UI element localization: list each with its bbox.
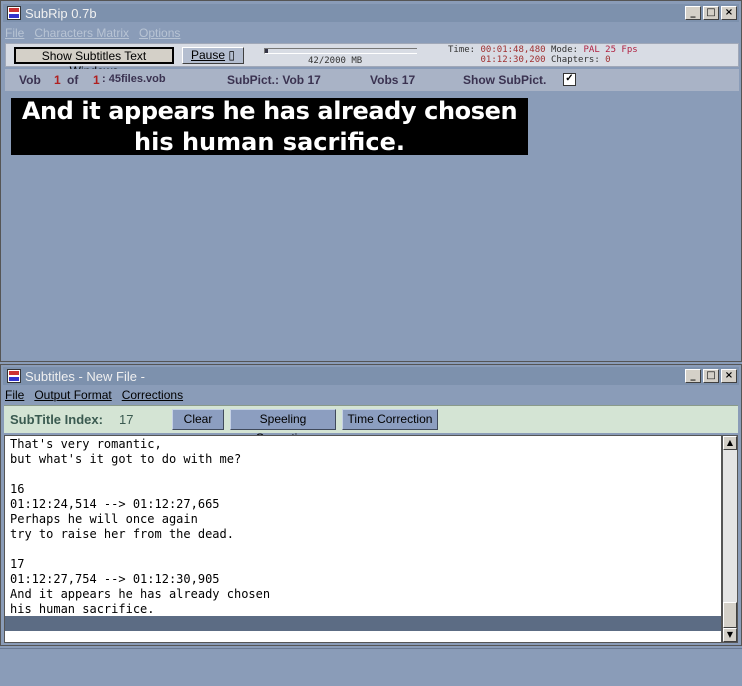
menu-options[interactable]: Options [139,26,180,40]
subs-minimize-icon[interactable]: _ [685,369,701,383]
app-icon [7,6,21,20]
vobs-label: Vobs 17 [370,73,416,87]
subs-app-icon [7,369,21,383]
progress-track [264,48,417,54]
text-line: 01:12:24,514 --> 01:12:27,665 [10,497,220,511]
time-block: Time: 00:01:48,480 Mode: PAL 25 Fps Time… [448,45,638,65]
time-correction-button[interactable]: Time Correction [342,409,438,430]
chapters-label: Chapters: [550,55,600,65]
text-line [10,467,721,482]
text-line: And it appears he has already chosen [10,587,271,601]
text-line: try to raise her from the dead. [10,527,234,541]
show-subtitles-button[interactable]: Show Subtitles Text Windows [14,47,174,78]
info-bar: Vob 1 of 1 : 45files.vob SubPict.: Vob 1… [5,69,739,91]
subs-menubar: File Output Format Corrections [5,386,183,404]
time-value: 00:01:48,480 [480,45,546,55]
menu-file[interactable]: File [5,26,24,40]
text-line: his human sacrifice. [10,602,155,616]
subtitles-window: Subtitles - New File - _ □ × File Output… [0,364,742,646]
main-title: SubRip 0.7b [25,5,97,21]
main-menubar: File Characters Matrix Options [5,24,180,42]
text-line: 16 [10,482,25,496]
close-icon[interactable]: × [721,6,737,20]
subs-titlebar[interactable]: Subtitles - New File - _ □ × [3,367,739,385]
subtitles-text-area[interactable]: That's very romantic, but what's it got … [4,435,722,643]
time-label: Time: [448,45,476,55]
toolbar: Show Subtitles Text Windows Pause ▯ 42/2… [5,43,739,78]
show-subpict-checkbox[interactable]: ✓ [563,73,576,86]
menu-characters-matrix[interactable]: Characters Matrix [34,26,129,40]
pause-label: Pause [191,48,226,62]
text-line: 17 [10,557,25,571]
time-total: 01:12:30,200 [480,55,546,65]
subpict-label: SubPict.: Vob 17 [227,73,321,87]
subtitle-preview: And it appears he has already chosen his… [11,97,528,156]
main-window: SubRip 0.7b _ □ × File Characters Matrix… [0,0,742,362]
preview-line-1: And it appears he has already chosen [21,97,518,125]
chapters-value: 0 [605,55,611,65]
mode-value: PAL 25 Fps [583,45,638,55]
vertical-scrollbar[interactable]: ▲ ▼ [722,435,738,643]
vob-total: 1 [93,73,100,87]
pause-icon: ▯ [228,48,235,62]
minimize-icon[interactable]: _ [685,6,701,20]
text-line [10,542,721,557]
main-titlebar[interactable]: SubRip 0.7b _ □ × [3,4,739,22]
text-line: Perhaps he will once again [10,512,198,526]
vob-file: : 45files.vob [102,73,166,85]
preview-line-2: his human sacrifice. [134,128,405,156]
subtitle-index-value: 17 [119,412,134,427]
text-line: but what's it got to do with me? [10,452,242,466]
subs-close-icon[interactable]: × [721,369,737,383]
subs-toolbar: SubTitle Index: 17 Clear Speeling Correc… [4,405,738,445]
vob-number: 1 [54,73,61,87]
selection-highlight [5,616,721,631]
scroll-down-icon[interactable]: ▼ [723,628,737,642]
subs-title: Subtitles - New File - [25,368,145,384]
clear-button[interactable]: Clear [172,409,224,430]
progress-text: 42/2000 MB [308,56,363,66]
text-line: 01:12:27,754 --> 01:12:30,905 [10,572,220,586]
show-subpict-label: Show SubPict. [463,73,547,87]
of-label: of [67,73,79,87]
text-line: That's very romantic, [10,437,162,451]
scroll-up-icon[interactable]: ▲ [723,436,737,450]
subs-maximize-icon[interactable]: □ [703,369,719,383]
subs-menu-file[interactable]: File [5,388,24,402]
maximize-icon[interactable]: □ [703,6,719,20]
scroll-thumb[interactable] [723,602,737,628]
subtitle-index-label: SubTitle Index: [10,412,103,427]
progress-fill [265,49,269,53]
subs-menu-output-format[interactable]: Output Format [34,388,111,402]
vob-label: Vob [19,73,41,87]
spelling-correction-button[interactable]: Speeling Correction [230,409,336,445]
status-bar [0,648,742,686]
pause-button[interactable]: Pause ▯ [182,47,244,64]
mode-label: Mode: [550,45,579,55]
subs-menu-corrections[interactable]: Corrections [122,388,183,402]
